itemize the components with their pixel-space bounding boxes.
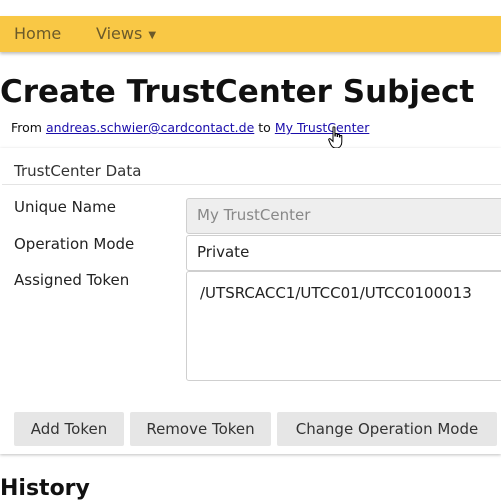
page-title: Create TrustCenter Subject [0, 74, 475, 110]
to-word: to [258, 120, 271, 135]
nav-views-label: Views [96, 24, 143, 43]
from-prefix: From [11, 120, 42, 135]
assigned-token-label: Assigned Token [14, 271, 130, 289]
unique-name-field: My TrustCenter [186, 198, 501, 234]
assigned-token-textarea[interactable]: /UTSRCACC1/UTCC01/UTCC0100013 [186, 271, 501, 381]
nav-home-link[interactable]: Home [14, 16, 61, 52]
to-target-link[interactable]: My TrustCenter [275, 120, 370, 135]
nav-views-menu[interactable]: Views ▼ [96, 16, 156, 52]
operation-mode-select[interactable]: Private [186, 235, 501, 271]
chevron-down-icon: ▼ [148, 30, 157, 41]
top-navbar: Home Views ▼ [0, 16, 501, 52]
history-heading: History [0, 476, 90, 501]
trustcenter-data-panel: TrustCenter Data Unique Name My TrustCen… [0, 148, 501, 454]
nav-home-label: Home [14, 24, 62, 43]
from-user-link[interactable]: andreas.schwier@cardcontact.de [46, 120, 254, 135]
hand-pointer-icon [328, 126, 343, 149]
panel-divider [2, 184, 501, 185]
from-line: From andreas.schwier@cardcontact.de to M… [11, 120, 369, 135]
operation-mode-label: Operation Mode [14, 235, 135, 253]
change-operation-mode-button[interactable]: Change Operation Mode [277, 412, 497, 446]
unique-name-label: Unique Name [14, 198, 116, 216]
panel-heading: TrustCenter Data [14, 162, 142, 180]
remove-token-button[interactable]: Remove Token [130, 412, 271, 446]
add-token-button[interactable]: Add Token [14, 412, 124, 446]
